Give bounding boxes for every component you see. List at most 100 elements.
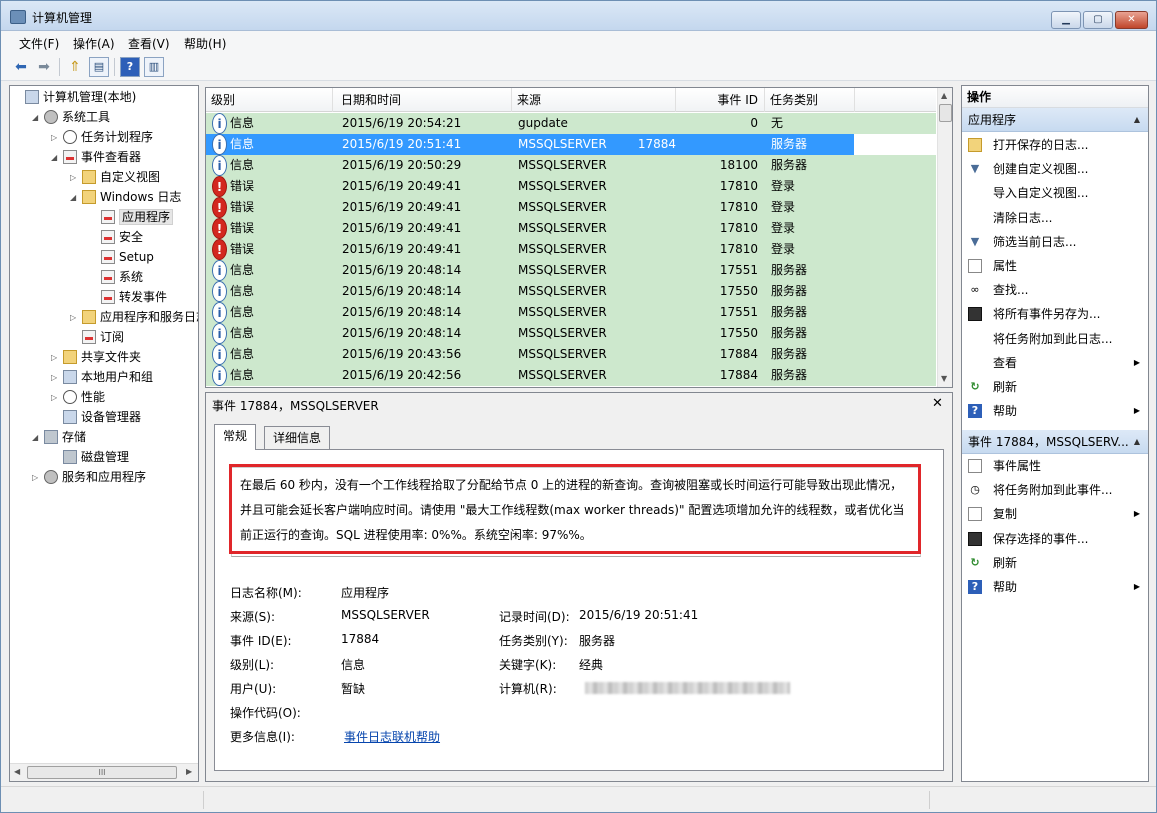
event-list-vertical-scrollbar[interactable]: ▲ ▼ — [937, 88, 952, 387]
keywords-label: 关键字(K): — [499, 658, 557, 672]
collapse-icon[interactable]: ▲ — [1134, 108, 1140, 132]
action-item[interactable]: 事件属性 — [962, 454, 1148, 478]
tree-expander-icon[interactable]: ▷ — [32, 468, 42, 487]
actions-section-application[interactable]: 应用程序 ▲ — [962, 108, 1148, 132]
action-item[interactable]: 复制 ▶ — [962, 502, 1148, 526]
action-item[interactable]: 保存选择的事件... — [962, 527, 1148, 551]
scroll-left-arrow-icon[interactable]: ◀ — [14, 767, 20, 776]
event-row[interactable]: i 信息 2015/6/19 20:43:56 MSSQLSERVER 17884 服务器 — [206, 344, 936, 365]
close-button[interactable]: ✕ — [1115, 11, 1148, 29]
column-event-id[interactable]: 事件 ID — [676, 88, 765, 112]
event-row[interactable]: i 信息 2015/6/19 20:50:29 MSSQLSERVER 18100 服务器 — [206, 155, 936, 176]
column-task-category[interactable]: 任务类别 — [765, 88, 855, 112]
tab-details[interactable]: 详细信息 — [264, 426, 331, 449]
tree-node[interactable]: 系统 — [89, 268, 143, 287]
event-row[interactable]: ! 错误 2015/6/19 20:49:41 MSSQLSERVER 17810 登录 — [206, 239, 936, 260]
action-item[interactable]: ? 帮助 ▶ — [962, 399, 1148, 423]
tree-node[interactable]: ▷ 服务和应用程序 — [32, 468, 146, 487]
tree-expander-icon[interactable]: ▷ — [51, 368, 61, 387]
action-item[interactable]: ◷ 将任务附加到此事件... — [962, 478, 1148, 502]
action-item[interactable]: 将所有事件另存为... — [962, 302, 1148, 326]
event-row[interactable]: i 信息 2015/6/19 20:48:14 MSSQLSERVER 17550 服务器 — [206, 323, 936, 344]
event-category: 无 — [771, 116, 784, 130]
back-arrow-icon[interactable]: ⬅ — [11, 57, 31, 77]
scroll-down-arrow-icon[interactable]: ▼ — [941, 374, 947, 383]
menu-view[interactable]: 查看(V) — [128, 35, 170, 52]
help-icon[interactable]: ? — [120, 57, 140, 77]
action-item[interactable]: 将任务附加到此日志... — [962, 327, 1148, 351]
scroll-right-arrow-icon[interactable]: ▶ — [186, 767, 192, 776]
show-hide-tree-icon[interactable]: ▤ — [89, 57, 109, 77]
tree-expander-icon[interactable]: ▷ — [51, 128, 61, 147]
event-row[interactable]: i 信息 2015/6/19 20:51:41 MSSQLSERVER 17884 服务器 — [206, 134, 854, 155]
action-item[interactable]: 属性 — [962, 254, 1148, 278]
tree-node[interactable]: ▷ 本地用户和组 — [51, 368, 153, 387]
tree-expander-icon[interactable]: ▷ — [70, 168, 80, 187]
tab-general[interactable]: 常规 — [214, 424, 257, 450]
online-help-link[interactable]: 事件日志联机帮助 — [344, 728, 440, 745]
event-row[interactable]: ! 错误 2015/6/19 20:49:41 MSSQLSERVER 17810 登录 — [206, 218, 936, 239]
tree-expander-icon[interactable]: ▷ — [51, 388, 61, 407]
close-icon[interactable]: ✕ — [932, 396, 943, 411]
forward-arrow-icon[interactable]: ➡ — [34, 57, 54, 77]
maximize-button[interactable]: ▢ — [1083, 11, 1113, 29]
column-datetime[interactable]: 日期和时间 — [336, 88, 512, 112]
tree-node[interactable]: ▷ 自定义视图 — [70, 168, 160, 187]
tree-node[interactable]: ◢ 存储 — [32, 428, 86, 447]
tree-node[interactable]: Setup — [89, 248, 154, 267]
column-source[interactable]: 来源 — [512, 88, 676, 112]
tree-expander-icon[interactable]: ◢ — [51, 148, 61, 167]
tree-node[interactable]: ◢ 事件查看器 — [51, 148, 141, 167]
menu-action[interactable]: 操作(A) — [73, 35, 115, 52]
collapse-icon[interactable]: ▲ — [1134, 430, 1140, 454]
tree-expander-icon[interactable]: ▷ — [70, 308, 80, 327]
event-row[interactable]: i 信息 2015/6/19 20:48:14 MSSQLSERVER 17550 服务器 — [206, 281, 936, 302]
action-item[interactable]: 打开保存的日志... — [962, 133, 1148, 157]
tree-horizontal-scrollbar[interactable]: ◀ III ▶ — [10, 763, 198, 781]
tree-expander-icon[interactable]: ◢ — [32, 108, 42, 127]
event-row[interactable]: ! 错误 2015/6/19 20:49:41 MSSQLSERVER 17810 登录 — [206, 197, 936, 218]
tree-node[interactable]: 订阅 — [70, 328, 124, 347]
tree-expander-icon[interactable]: ◢ — [32, 428, 42, 447]
tree-node[interactable]: ▷ 性能 — [51, 388, 105, 407]
menu-help[interactable]: 帮助(H) — [184, 35, 226, 52]
action-item[interactable]: ▼ 筛选当前日志... — [962, 230, 1148, 254]
tree-node[interactable]: ▷ 应用程序和服务日志 — [70, 308, 198, 327]
action-item[interactable]: 清除日志... — [962, 206, 1148, 230]
action-item[interactable]: ∞ 查找... — [962, 278, 1148, 302]
event-row[interactable]: i 信息 2015/6/19 20:42:56 MSSQLSERVER 17884 服务器 — [206, 365, 936, 386]
tree-node[interactable]: 设备管理器 — [51, 408, 141, 427]
tree-node[interactable]: 磁盘管理 — [51, 448, 129, 467]
tree-node[interactable]: ▷ 共享文件夹 — [51, 348, 141, 367]
tree-node[interactable]: 计算机管理(本地) — [13, 88, 136, 107]
action-item[interactable]: 查看 ▶ — [962, 351, 1148, 375]
action-item[interactable]: ? 帮助 ▶ — [962, 575, 1148, 599]
action-item[interactable]: 导入自定义视图... — [962, 181, 1148, 205]
action-item[interactable]: ↻ 刷新 — [962, 551, 1148, 575]
tree-node[interactable]: 转发事件 — [89, 288, 167, 307]
tree-node[interactable]: 安全 — [89, 228, 143, 247]
column-level[interactable]: 级别 — [206, 88, 333, 112]
event-row[interactable]: i 信息 2015/6/19 20:48:14 MSSQLSERVER 17551 服务器 — [206, 302, 936, 323]
actions-section-event[interactable]: 事件 17884，MSSQLSERV... ▲ — [962, 430, 1148, 454]
event-description[interactable]: 在最后 60 秒内，没有一个工作线程拾取了分配给节点 0 上的进程的新查询。查询… — [231, 467, 921, 557]
tree-expander-icon[interactable]: ◢ — [70, 188, 80, 207]
scroll-up-arrow-icon[interactable]: ▲ — [941, 91, 947, 100]
event-row[interactable]: i 信息 2015/6/19 20:48:14 MSSQLSERVER 17551 服务器 — [206, 260, 936, 281]
tree-node[interactable]: ◢ 系统工具 — [32, 108, 110, 127]
tree-node[interactable]: 应用程序 — [89, 208, 174, 227]
scroll-thumb[interactable]: III — [27, 766, 177, 779]
tree-expander-icon[interactable]: ▷ — [51, 348, 61, 367]
event-row[interactable]: ! 错误 2015/6/19 20:49:41 MSSQLSERVER 17810 登录 — [206, 176, 936, 197]
title-bar[interactable]: 计算机管理 ▁ ▢ ✕ — [1, 1, 1156, 31]
event-row[interactable]: i 信息 2015/6/19 20:54:21 gupdate 0 无 — [206, 113, 936, 134]
action-item[interactable]: ▼ 创建自定义视图... — [962, 157, 1148, 181]
tree-node[interactable]: ◢ Windows 日志 — [70, 188, 181, 207]
tree-node[interactable]: ▷ 任务计划程序 — [51, 128, 153, 147]
minimize-button[interactable]: ▁ — [1051, 11, 1081, 29]
up-folder-icon[interactable]: ⇑ — [65, 57, 85, 77]
action-item[interactable]: ↻ 刷新 — [962, 375, 1148, 399]
show-hide-action-pane-icon[interactable]: ▥ — [144, 57, 164, 77]
scroll-thumb[interactable] — [939, 104, 952, 122]
menu-file[interactable]: 文件(F) — [19, 35, 59, 52]
